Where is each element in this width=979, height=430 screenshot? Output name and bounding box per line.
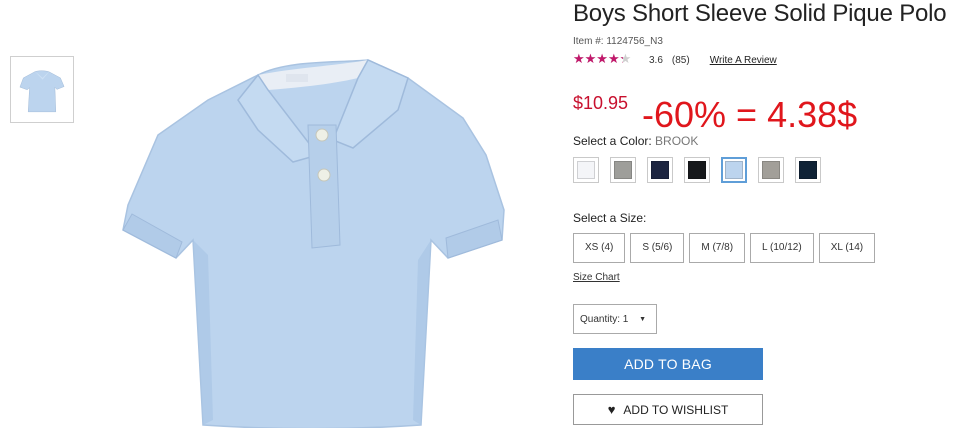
color-chip: [725, 161, 743, 179]
color-swatch-brook[interactable]: [721, 157, 747, 183]
quantity-value: Quantity: 1: [580, 313, 629, 325]
discount-annotation: -60% = 4.38$: [642, 94, 858, 135]
size-option[interactable]: XS (4): [573, 233, 626, 263]
color-swatch-navy[interactable]: [647, 157, 673, 183]
color-swatch-dark-navy[interactable]: [795, 157, 821, 183]
color-swatch-heather-grey[interactable]: [610, 157, 636, 183]
write-review-link[interactable]: Write A Review: [710, 55, 777, 66]
size-chart-link[interactable]: Size Chart: [573, 272, 620, 283]
rating-value: 3.6: [649, 55, 663, 66]
size-option[interactable]: XL (14): [818, 233, 876, 263]
add-to-wishlist-label: ADD TO WISHLIST: [623, 402, 729, 417]
caret-down-icon: ▼: [639, 315, 646, 323]
color-chip: [577, 161, 595, 179]
color-chip: [799, 161, 817, 179]
size-option[interactable]: L (10/12): [750, 233, 814, 263]
color-swatches: [573, 157, 832, 183]
color-swatch-black[interactable]: [684, 157, 710, 183]
polo-shirt-thumbnail-image: [19, 70, 65, 112]
add-to-wishlist-button[interactable]: ♥ ADD TO WISHLIST: [573, 394, 763, 425]
selected-color-name: BROOK: [655, 134, 699, 148]
size-options: XS (4) S (5/6) M (7/8) L (10/12) XL (14): [573, 233, 880, 263]
review-count: (85): [671, 55, 690, 66]
heart-icon: ♥: [607, 402, 616, 417]
size-option[interactable]: S (5/6): [630, 233, 685, 263]
color-swatch-white[interactable]: [573, 157, 599, 183]
size-option[interactable]: M (7/8): [689, 233, 746, 263]
item-number: Item #: 1124756_N3: [573, 36, 663, 47]
color-chip: [651, 161, 669, 179]
add-to-bag-button[interactable]: ADD TO BAG: [573, 348, 763, 380]
rating-row: ★★★★★ ★★★★★ 3.6 (85) Write A Review: [573, 51, 777, 67]
rating-stars-icon: ★★★★★ ★★★★★: [573, 51, 632, 66]
color-chip: [762, 161, 780, 179]
color-chip: [614, 161, 632, 179]
color-chip: [688, 161, 706, 179]
color-label: Select a Color: BROOK: [573, 134, 698, 148]
product-thumbnail[interactable]: [10, 56, 74, 123]
color-swatch-grey[interactable]: [758, 157, 784, 183]
color-label-text: Select a Color:: [573, 134, 652, 148]
product-title: Boys Short Sleeve Solid Pique Polo: [573, 0, 947, 27]
size-label: Select a Size:: [573, 211, 647, 225]
quantity-select[interactable]: Quantity: 1 ▼: [573, 304, 657, 334]
product-main-image: [122, 59, 505, 428]
product-price: $10.95: [573, 93, 629, 113]
